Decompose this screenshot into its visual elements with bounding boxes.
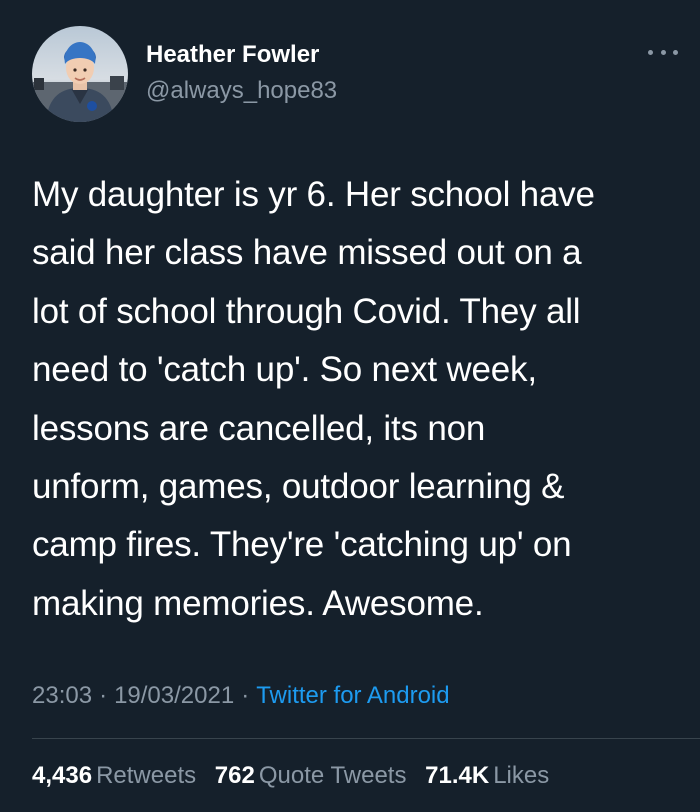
tweet-meta: 23:03 · 19/03/2021 · Twitter for Android (32, 680, 450, 712)
user-handle[interactable]: @always_hope83 (146, 76, 337, 106)
tweet-text-line: need to 'catch up'. So next week, (32, 350, 537, 390)
tweet-text-line: unform, games, outdoor learning & (32, 467, 565, 507)
retweets-count: 4,436 (32, 762, 93, 789)
tweet-text-line: camp fires. They're 'catching up' on (32, 525, 572, 565)
meta-separator: · (241, 682, 250, 709)
dot (660, 49, 666, 55)
tweet-source-link[interactable]: Twitter for Android (256, 682, 449, 709)
quote-tweets-count: 762 (214, 762, 255, 789)
likes-stat[interactable]: 71.4K Likes (425, 762, 549, 789)
more-horizontal-icon[interactable] (648, 44, 678, 60)
avatar[interactable] (32, 26, 128, 122)
dot (673, 49, 678, 55)
tweet-date[interactable]: 19/03/2021 (114, 682, 234, 709)
tweet-stats: 4,436 Retweets 762 Quote Tweets 71.4K Likes (32, 760, 549, 792)
tweet-text-line: said her class have missed out on a (32, 233, 582, 273)
dot (648, 49, 653, 55)
tweet-text-line: My daughter is yr 6. Her school have (32, 175, 595, 214)
tweet-header: Heather Fowler @always_hope83 (0, 0, 700, 140)
tweet-text: My daughter is yr 6. Her school have sai… (32, 166, 682, 633)
quote-tweets-stat[interactable]: 762 Quote Tweets (215, 762, 407, 789)
quote-tweets-label: Quote Tweets (258, 762, 407, 789)
tweet-text-line: lessons are cancelled, its non (32, 408, 486, 448)
divider (32, 738, 700, 739)
retweets-label: Retweets (96, 762, 197, 789)
tweet-text-line: making memories. Awesome. (32, 583, 484, 623)
tweet-time[interactable]: 23:03 (32, 682, 92, 709)
retweets-stat[interactable]: 4,436 Retweets (32, 762, 196, 789)
likes-count: 71.4K (425, 762, 490, 789)
likes-label: Likes (493, 762, 550, 789)
tweet-text-line: lot of school through Covid. They all (32, 291, 581, 331)
display-name[interactable]: Heather Fowler (146, 40, 319, 70)
avatar-image (32, 26, 128, 122)
meta-separator: · (99, 682, 108, 709)
